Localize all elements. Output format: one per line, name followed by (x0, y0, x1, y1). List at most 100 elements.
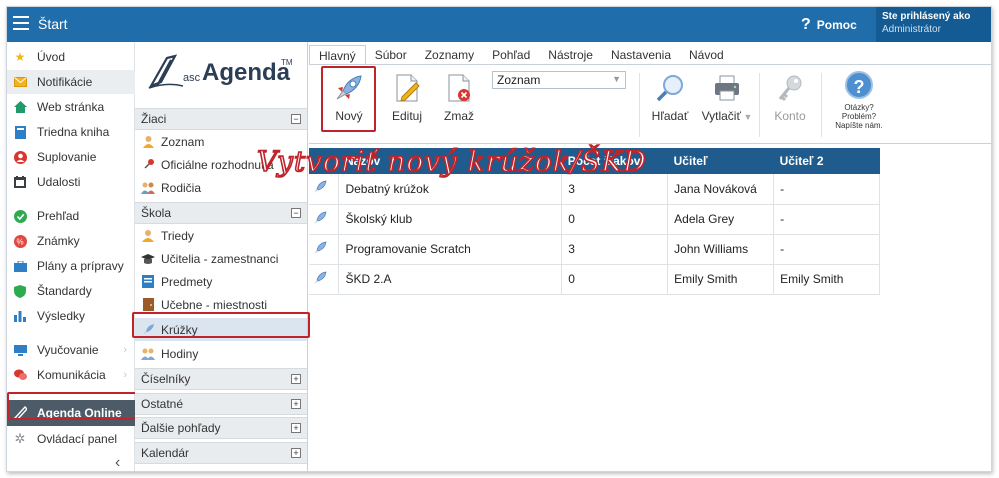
section-ziaci[interactable]: Žiaci − (135, 108, 307, 130)
nav-item-ovladaci-panel[interactable]: ✲ Ovládací panel (7, 427, 135, 451)
rocket-icon (314, 241, 327, 254)
mid-item-hodiny[interactable]: Hodiny (135, 342, 307, 365)
nav-item-udalosti[interactable]: Udalosti (7, 170, 135, 194)
user-line2: Administrátor (882, 24, 941, 35)
section-kalendar[interactable]: Kalendár + (135, 442, 307, 464)
mid-label: Hodiny (161, 346, 199, 361)
rocket-icon (314, 211, 327, 224)
table-header-row: Názov Počet žiakov Učiteľ Učiteľ 2 (309, 148, 880, 174)
find-label: Hľadať (651, 109, 689, 123)
tab-nastavenia[interactable]: Nastavenia (602, 45, 680, 65)
edit-document-icon (396, 74, 420, 102)
pin-icon (141, 158, 155, 172)
cell-ucitel2: Emily Smith (773, 264, 880, 295)
nav-item-vysledky[interactable]: Výsledky (7, 304, 135, 328)
view-select[interactable]: Zoznam ▼ (492, 71, 626, 89)
print-label-row: Vytlačiť ▼ (702, 109, 753, 123)
nav-item-uvod[interactable]: ★ Úvod (7, 45, 135, 69)
col-header-pocet[interactable]: Počet žiakov (561, 148, 668, 174)
nav-item-web-stranka[interactable]: Web stránka (7, 95, 135, 119)
nav-label: Známky (37, 234, 80, 248)
section-dalsie-pohlady[interactable]: Ďalšie pohľady + (135, 417, 307, 439)
nav-item-prehlad[interactable]: Prehľad (7, 204, 135, 228)
section-ostatne[interactable]: Ostatné + (135, 393, 307, 415)
nav-label: Prehľad (37, 209, 80, 223)
new-button[interactable]: Nový (327, 73, 371, 123)
collapse-sidebar-icon[interactable]: ‹ (115, 454, 120, 471)
mid-item-kruzky[interactable]: Krúžky (135, 318, 307, 341)
tab-navod[interactable]: Návod (680, 45, 733, 65)
print-button[interactable]: Vytlačiť ▼ (699, 73, 755, 123)
expand-toggle-icon[interactable]: + (291, 374, 301, 384)
app-window: Štart ? Pomoc Ste prihlásený ako Adminis… (6, 6, 992, 472)
cell-ucitel2: - (773, 234, 880, 265)
print-dropdown-icon[interactable]: ▼ (741, 112, 752, 122)
delete-button[interactable]: Zmaž (437, 73, 481, 123)
mid-label: Oficiálne rozhodnutia (161, 157, 274, 172)
rocket-icon (314, 180, 327, 194)
mid-item-ucitelia[interactable]: Učitelia - zamestnanci (135, 247, 307, 270)
mid-item-triedy[interactable]: Triedy (135, 224, 307, 247)
nav-item-komunikacia[interactable]: Komunikácia › (7, 363, 135, 387)
table-row[interactable]: Školský klub 0 Adela Grey - (309, 204, 880, 235)
nav-item-agenda-online[interactable]: Agenda Online (7, 400, 135, 426)
tab-nastroje[interactable]: Nástroje (539, 45, 602, 65)
monitor-icon (13, 343, 27, 357)
collapse-toggle-icon[interactable]: − (291, 114, 301, 124)
student-icon (141, 135, 155, 149)
user-info[interactable]: Ste prihlásený ako Administrátor (876, 7, 991, 42)
mid-item-zoznam[interactable]: Zoznam (135, 130, 307, 153)
nav-label: Suplovanie (37, 150, 97, 164)
nav-label: Úvod (37, 50, 66, 64)
mid-item-ucebne[interactable]: Učebne - miestnosti (135, 293, 307, 316)
edit-button[interactable]: Edituj (385, 73, 429, 123)
mid-label: Učebne - miestnosti (161, 297, 268, 312)
help-button[interactable]: ? Pomoc (801, 16, 857, 34)
mid-item-oficialne-rozhodnutia[interactable]: Oficiálne rozhodnutia (135, 153, 307, 176)
hamburger-menu-icon[interactable] (13, 16, 29, 30)
nav-item-plany[interactable]: Plány a prípravy (7, 254, 135, 278)
mid-item-predmety[interactable]: Predmety (135, 270, 307, 293)
help-label: Pomoc (816, 18, 857, 32)
nav-item-triedna-kniha[interactable]: Triedna kniha (7, 120, 135, 144)
section-skola[interactable]: Škola − (135, 202, 307, 224)
mid-item-rodicia[interactable]: Rodičia (135, 176, 307, 199)
table-row[interactable]: ŠKD 2.A 0 Emily Smith Emily Smith (309, 264, 880, 295)
tab-hlavny[interactable]: Hlavný (309, 45, 366, 65)
ribbon-separator (639, 73, 640, 137)
nav-item-standardy[interactable]: Štandardy (7, 279, 135, 303)
cell-ucitel2: - (773, 174, 880, 205)
table-row[interactable]: Programovanie Scratch 3 John Williams - (309, 234, 880, 265)
ribbon-separator (821, 73, 822, 137)
nav-item-suplovanie[interactable]: Suplovanie (7, 145, 135, 169)
expand-toggle-icon[interactable]: + (291, 423, 301, 433)
faq-button[interactable]: ? Otázky? Problém? Napíšte nám. (827, 71, 891, 130)
print-label: Vytlačiť (701, 109, 741, 123)
expand-toggle-icon[interactable]: + (291, 448, 301, 458)
tab-zoznamy[interactable]: Zoznamy (416, 45, 483, 65)
account-button[interactable]: Konto (765, 73, 815, 123)
cell-ucitel: John Williams (667, 234, 775, 265)
section-ciselniky[interactable]: Číselníky + (135, 368, 307, 390)
table-row[interactable]: Debatný krúžok 3 Jana Nováková - (309, 174, 880, 205)
parents-icon (141, 181, 155, 195)
user-line1: Ste prihlásený ako (882, 11, 971, 22)
cell-ucitel: Emily Smith (667, 264, 775, 295)
col-header-ucitel[interactable]: Učiteľ (667, 148, 774, 174)
tab-subor[interactable]: Súbor (366, 45, 416, 65)
collapse-toggle-icon[interactable]: − (291, 208, 301, 218)
mid-label: Triedy (161, 228, 194, 243)
expand-toggle-icon[interactable]: + (291, 399, 301, 409)
nav-item-vyucovanie[interactable]: Vyučovanie › (7, 338, 135, 362)
nav-item-notifikacie[interactable]: Notifikácie (7, 70, 135, 94)
app-title: Štart (38, 16, 68, 32)
tab-pohlad[interactable]: Pohľad (483, 45, 539, 65)
col-header-icon[interactable] (309, 148, 339, 174)
nav-item-znamky[interactable]: % Známky (7, 229, 135, 253)
top-bar: Štart ? Pomoc Ste prihlásený ako Adminis… (7, 7, 991, 42)
find-button[interactable]: Hľadať (645, 73, 695, 123)
col-header-nazov[interactable]: Názov (338, 148, 562, 174)
col-header-ucitel2[interactable]: Učiteľ 2 (773, 148, 880, 174)
person-icon (13, 150, 27, 164)
ribbon-toolbar: Nový Edituj Zmaž Zoznam ▼ Hľadať Vytlači… (309, 64, 991, 144)
